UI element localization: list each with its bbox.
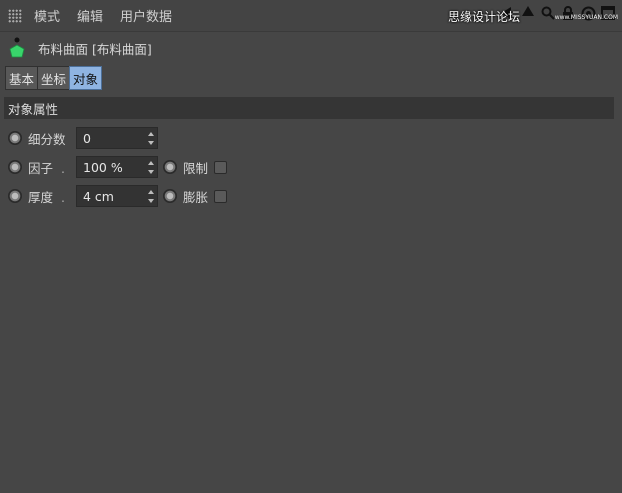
row-factor: 因子. 100 % 限制 — [8, 155, 228, 179]
watermark-url: www.MISSYUAN.COM — [554, 14, 618, 21]
tab-bar: 基本 坐标 对象 — [5, 66, 103, 90]
factor-input[interactable]: 100 % — [76, 156, 158, 178]
menu-edit[interactable]: 编辑 — [77, 6, 103, 25]
expand-group: 膨胀 — [163, 184, 228, 208]
label-factor: 因子. — [28, 158, 72, 177]
object-header: 布料曲面 [布料曲面] — [8, 36, 152, 60]
subdivisions-value: 0 — [83, 130, 91, 146]
section-object-properties: 对象属性 — [4, 97, 614, 119]
animate-radio-subdivisions[interactable] — [8, 131, 22, 145]
label-expand: 膨胀 — [183, 189, 209, 205]
thickness-input[interactable]: 4 cm — [76, 185, 158, 207]
factor-value: 100 % — [83, 159, 123, 175]
search-icon[interactable] — [540, 5, 556, 21]
subdivisions-stepper[interactable] — [148, 132, 154, 145]
menu-bar: 模式 编辑 用户数据 思缘设计论坛 www.MISSYUAN.COM — [0, 0, 622, 32]
row-subdivisions: 细分数 0 — [8, 126, 158, 150]
animate-radio-thickness[interactable] — [8, 189, 22, 203]
up-arrow-icon[interactable] — [520, 5, 536, 21]
tab-basic[interactable]: 基本 — [5, 66, 39, 90]
grip-icon[interactable] — [8, 8, 22, 23]
thickness-stepper[interactable] — [148, 190, 154, 203]
tab-object[interactable]: 对象 — [69, 66, 103, 90]
row-thickness: 厚度. 4 cm 膨胀 — [8, 184, 228, 208]
limit-checkbox[interactable] — [214, 160, 228, 174]
factor-stepper[interactable] — [148, 161, 154, 174]
expand-checkbox[interactable] — [214, 189, 228, 203]
factor-label-text: 因子 — [28, 160, 54, 176]
animate-radio-expand[interactable] — [163, 189, 177, 203]
thickness-label-text: 厚度 — [28, 189, 54, 205]
watermark-text: 思缘设计论坛 — [448, 10, 521, 24]
label-limit: 限制 — [183, 160, 209, 176]
thickness-dot: . — [61, 189, 65, 205]
factor-dot: . — [61, 160, 65, 176]
animate-radio-limit[interactable] — [163, 160, 177, 174]
thickness-value: 4 cm — [83, 188, 114, 204]
object-title: 布料曲面 [布料曲面] — [38, 41, 152, 57]
menu-user-data[interactable]: 用户数据 — [120, 6, 172, 25]
label-thickness: 厚度. — [28, 187, 72, 206]
label-subdivisions: 细分数 — [28, 131, 66, 147]
menu-mode[interactable]: 模式 — [34, 6, 60, 25]
tab-coordinates[interactable]: 坐标 — [37, 66, 71, 90]
cloth-surface-icon — [8, 37, 26, 59]
subdivisions-input[interactable]: 0 — [76, 127, 158, 149]
animate-radio-factor[interactable] — [8, 160, 22, 174]
limit-group: 限制 — [163, 155, 228, 179]
